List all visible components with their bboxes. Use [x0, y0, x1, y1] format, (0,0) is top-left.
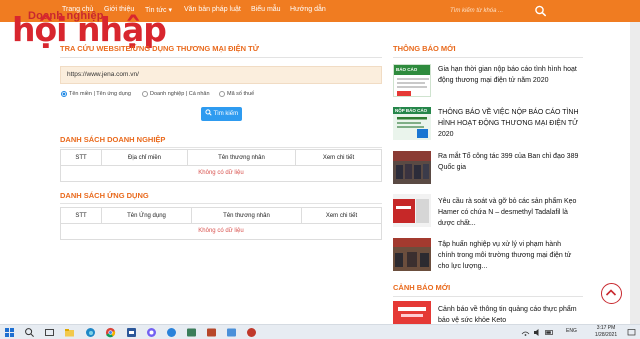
divider — [393, 296, 583, 297]
word-icon[interactable] — [126, 327, 137, 338]
enterprises-title: DANH SÁCH DOANH NGHIỆP — [60, 135, 166, 144]
language-indicator[interactable]: ENG — [566, 328, 577, 334]
search-button[interactable] — [533, 4, 549, 18]
news-thumbnail[interactable] — [393, 301, 431, 324]
search-icon[interactable] — [24, 327, 35, 338]
app-icon[interactable] — [226, 327, 237, 338]
table-header: STT Tên Ứng dụng Tên thương nhân Xem chi… — [61, 208, 381, 224]
notifications-icon[interactable] — [627, 328, 636, 337]
divider — [60, 203, 382, 204]
lookup-search-label: Tìm kiếm — [213, 111, 239, 117]
search-input[interactable]: Tìm kiếm từ khóa ... — [448, 5, 532, 17]
lookup-search-button[interactable]: Tìm kiếm — [201, 107, 242, 121]
news-item-link[interactable]: Gia hạn thời gian nộp báo cáo tình hình … — [438, 64, 580, 86]
scroll-to-top-button[interactable] — [601, 283, 622, 304]
page-edge — [630, 22, 640, 324]
radio-unchecked-icon — [142, 91, 148, 97]
radio-unchecked-icon — [219, 91, 225, 97]
divider — [60, 57, 382, 58]
news-thumbnail[interactable]: NỘP BÁO CÁO — [393, 107, 431, 140]
empty-message: Không có dữ liệu — [198, 170, 244, 176]
task-view-icon[interactable] — [44, 327, 55, 338]
search-icon — [535, 5, 546, 17]
lookup-title: TRA CỨU WEBSITE/ỨNG DỤNG THƯƠNG MẠI ĐIỆN… — [60, 44, 259, 53]
nav-forms[interactable]: Biểu mẫu — [251, 6, 281, 13]
news-thumbnail[interactable]: BÁO CÁO — [393, 64, 431, 97]
radio-checked-icon — [61, 91, 67, 97]
column-header: Xem chi tiết — [301, 208, 381, 224]
radio-domain-label: Tên miền | Tên ứng dụng — [69, 91, 131, 97]
news-item-link[interactable]: THÔNG BÁO VỀ VIỆC NỘP BÁO CÁO TÌNH HÌNH … — [438, 107, 580, 140]
app-icon[interactable] — [246, 327, 257, 338]
thumbnail-caption: NỘP BÁO CÁO — [395, 108, 428, 113]
volume-icon[interactable] — [533, 328, 542, 337]
column-header: STT — [75, 155, 87, 161]
column-header: Tên thương nhân — [191, 208, 301, 224]
notices-title: THÔNG BÁO MỚI — [393, 44, 456, 53]
warnings-title: CẢNH BÁO MỚI — [393, 283, 451, 292]
clock[interactable]: 3:17 PM 1/28/2021 — [586, 325, 626, 338]
url-input[interactable]: https://www.jena.com.vn/ — [60, 66, 382, 84]
radio-tax-code[interactable]: Mã số thuế — [219, 91, 254, 97]
windows-start-icon[interactable] — [4, 327, 15, 338]
app-icon[interactable] — [186, 327, 197, 338]
taskbar: ENG 3:17 PM 1/28/2021 — [0, 324, 640, 339]
column-header: STT — [75, 213, 87, 219]
empty-message: Không có dữ liệu — [198, 228, 244, 234]
news-thumbnail[interactable] — [393, 238, 431, 271]
search-icon — [205, 109, 212, 116]
battery-icon[interactable] — [545, 328, 554, 337]
radio-business-label: Doanh nghiệp | Cá nhân — [150, 91, 210, 97]
warning-item-link[interactable]: Cảnh báo về thông tin quảng cáo thực phẩ… — [438, 304, 580, 324]
news-item-link[interactable]: Tập huấn nghiệp vụ xử lý vi phạm hành ch… — [438, 239, 580, 272]
enterprises-table: STT Địa chỉ miền Tên thương nhân Xem chi… — [60, 149, 382, 182]
news-item-link[interactable]: Ra mắt Tổ công tác 399 của Ban chỉ đạo 3… — [438, 151, 580, 173]
nav-legal-docs[interactable]: Văn bản pháp luật — [184, 6, 241, 13]
divider — [393, 57, 583, 58]
radio-tax-code-label: Mã số thuế — [227, 91, 255, 97]
news-thumbnail[interactable] — [393, 151, 431, 184]
app-icon[interactable] — [166, 327, 177, 338]
page: Trang chủ Giới thiệu Tin tức ▾ Văn bản p… — [0, 0, 640, 339]
column-header: Tên Ứng dụng — [101, 208, 191, 224]
news-thumbnail[interactable] — [393, 194, 431, 227]
apps-title: DANH SÁCH ỨNG DỤNG — [60, 191, 149, 200]
chrome-icon[interactable] — [105, 327, 116, 338]
column-header: Xem chi tiết — [295, 150, 381, 166]
clock-date: 1/28/2021 — [594, 331, 618, 338]
file-explorer-icon[interactable] — [64, 327, 75, 338]
logo-name: hội nhập — [12, 10, 167, 49]
news-item-link[interactable]: Yêu cầu rà soát và gỡ bỏ các sản phẩm Kẹ… — [438, 196, 580, 229]
chevron-up-icon — [605, 289, 617, 296]
chevron-down-icon: ▾ — [168, 7, 173, 14]
nav-guides[interactable]: Hướng dẫn — [290, 6, 326, 13]
column-header: Tên thương nhân — [187, 150, 295, 166]
radio-business[interactable]: Doanh nghiệp | Cá nhân — [142, 91, 210, 97]
edge-icon[interactable] — [85, 327, 96, 338]
column-header: Địa chỉ miền — [101, 150, 187, 166]
app-icon[interactable] — [206, 327, 217, 338]
apps-table: STT Tên Ứng dụng Tên thương nhân Xem chi… — [60, 207, 382, 240]
network-icon[interactable] — [521, 328, 530, 337]
radio-domain[interactable]: Tên miền | Tên ứng dụng — [61, 91, 131, 97]
table-header: STT Địa chỉ miền Tên thương nhân Xem chi… — [61, 150, 381, 166]
viber-icon[interactable] — [146, 327, 157, 338]
thumbnail-caption: BÁO CÁO — [396, 67, 418, 72]
divider — [60, 147, 382, 148]
